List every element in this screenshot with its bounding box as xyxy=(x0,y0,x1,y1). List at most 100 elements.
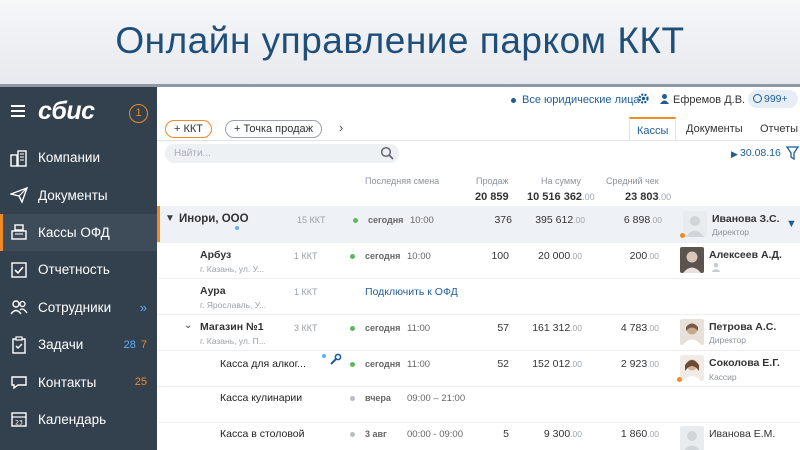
tab-registers[interactable]: Кассы xyxy=(629,117,677,141)
sidebar-item-tasks[interactable]: Задачи 28 7 xyxy=(0,326,157,363)
shift-time: 09:00 – 21:00 xyxy=(407,393,466,404)
total-sum: 10 516 362.00 xyxy=(527,191,595,203)
sidebar-item-ofd-registers[interactable]: Кассы ОФД xyxy=(0,213,157,252)
balance-badge[interactable]: 999+ xyxy=(748,90,798,108)
sidebar-item-label: Сотрудники xyxy=(38,299,112,315)
chevron-down-icon[interactable]: ▼ xyxy=(786,218,797,230)
expand-chevron-icon[interactable]: » xyxy=(140,300,147,315)
avg-check: 4 783.00 xyxy=(620,322,659,334)
gear-icon[interactable] xyxy=(637,92,650,108)
sidebar-item-employees[interactable]: Сотрудники » xyxy=(0,289,157,326)
tasks-count-blue: 28 xyxy=(123,338,136,351)
sbis-logo[interactable]: сбис xyxy=(38,97,95,126)
sidebar-item-label: Компании xyxy=(38,150,101,166)
add-point-of-sale-button[interactable]: + Точка продаж xyxy=(225,120,323,138)
register-name[interactable]: Касса кулинарии xyxy=(220,392,302,404)
connect-ofd-link[interactable]: Подключить к ОФД xyxy=(365,286,458,298)
menu-icon[interactable] xyxy=(11,105,25,117)
sidebar-item-label: Отчетность xyxy=(38,262,110,278)
status-dot-icon xyxy=(680,233,685,238)
sales-count: 100 xyxy=(491,250,509,262)
responsible-person[interactable]: Петрова А.С. xyxy=(709,321,776,333)
chat-icon xyxy=(0,373,38,391)
sales-sum: 161 312.00 xyxy=(532,322,582,334)
sidebar-item-documents[interactable]: Документы xyxy=(0,176,157,213)
top-bar: Все юридические лица Ефремов Д.В. 999+ xyxy=(157,87,800,115)
responsible-person[interactable]: Соколова Е.Г. xyxy=(709,357,780,369)
responsible-person[interactable]: Иванова Е.М. xyxy=(709,428,775,440)
sidebar-item-calendar[interactable]: 23 Календарь xyxy=(0,401,157,438)
shift-time: 11:00 xyxy=(407,359,431,370)
sales-count: 52 xyxy=(497,358,509,370)
shift-time: 11:00 xyxy=(407,323,431,334)
shift-time: 10:00 xyxy=(407,251,431,262)
table-row[interactable]: Арбуз г. Казань, ул. У... 1 ККТ сегодня … xyxy=(157,242,800,278)
col-last-shift: Последняя смена xyxy=(365,176,440,186)
responsible-person[interactable]: Алексеев А.Д. xyxy=(709,249,782,261)
notifications-badge[interactable]: 1 xyxy=(129,104,148,123)
cash-register-icon xyxy=(0,223,38,241)
buildings-icon xyxy=(0,149,38,167)
person-role: Директор xyxy=(712,227,750,237)
sales-count: 376 xyxy=(494,214,512,226)
clipboard-icon xyxy=(0,336,38,354)
point-address: г. Ярославль, У... xyxy=(200,300,267,310)
shift-time: 00:00 - 09:00 xyxy=(407,429,463,440)
register-name[interactable]: Касса в столовой xyxy=(220,428,305,440)
kkt-count: 15 ККТ xyxy=(297,215,326,225)
shift-day: сегодня xyxy=(365,323,401,333)
register-name[interactable]: Касса для алког... xyxy=(220,358,306,370)
point-name[interactable]: Арбуз xyxy=(200,249,231,261)
table-row[interactable]: ⌄ Магазин №1 г. Казань, ул. П... 3 ККТ с… xyxy=(157,314,800,350)
online-dot-icon xyxy=(353,218,358,223)
search-input[interactable]: Найти... xyxy=(165,144,399,163)
search-icon[interactable] xyxy=(380,146,394,167)
avg-check: 2 923.00 xyxy=(620,358,659,370)
sidebar: сбис 1 Компании Документы Кассы ОФД Отче… xyxy=(0,87,157,450)
sales-sum: 152 012.00 xyxy=(532,358,582,370)
org-selector[interactable]: Все юридические лица xyxy=(522,94,640,106)
shift-day: вчера xyxy=(365,393,391,403)
current-user[interactable]: Ефремов Д.В. xyxy=(673,94,745,106)
online-dot-icon xyxy=(350,254,355,259)
table-row[interactable]: Касса для алког... сегодня 11:00 52 152 … xyxy=(157,350,800,386)
tab-reports[interactable]: Отчеты xyxy=(753,117,800,141)
sidebar-item-companies[interactable]: Компании xyxy=(0,139,157,176)
calendar-icon: 23 xyxy=(0,410,38,428)
add-kkt-button[interactable]: + ККТ xyxy=(165,120,213,138)
sales-count: 5 xyxy=(503,428,509,440)
table-row[interactable]: Аура г. Ярославль, У... 1 ККТ Подключить… xyxy=(157,278,800,314)
table-row[interactable]: Касса кулинарии вчера 09:00 – 21:00 xyxy=(157,386,800,422)
point-name[interactable]: Аура xyxy=(200,285,226,297)
sidebar-item-contacts[interactable]: Контакты 25 xyxy=(0,363,157,400)
chevron-down-icon[interactable]: ⌄ xyxy=(184,320,192,331)
sidebar-item-label: Задачи xyxy=(38,337,84,353)
checkbox-icon xyxy=(0,261,38,279)
wrench-icon[interactable] xyxy=(329,353,342,369)
online-dot-icon xyxy=(350,362,355,367)
tab-documents[interactable]: Документы xyxy=(679,117,750,141)
table-row[interactable]: ▼ Инори, ООО 15 ККТ сегодня 10:00 376 39… xyxy=(157,206,800,242)
date-arrow-icon[interactable]: ▶ xyxy=(731,149,738,160)
status-dot-icon xyxy=(322,354,326,358)
shift-day: сегодня xyxy=(365,251,401,261)
collapse-caret-icon[interactable]: ▼ xyxy=(165,213,175,224)
period-date[interactable]: 30.08.16 xyxy=(740,147,781,159)
avatar xyxy=(683,211,707,237)
col-sales: Продаж xyxy=(476,176,509,186)
avatar xyxy=(680,355,704,381)
sidebar-item-label: Кассы ОФД xyxy=(38,224,110,240)
status-dot-icon xyxy=(235,226,239,230)
sidebar-item-reporting[interactable]: Отчетность xyxy=(0,251,157,288)
sales-sum: 395 612.00 xyxy=(535,214,585,226)
point-name[interactable]: Магазин №1 xyxy=(200,321,264,333)
point-address: г. Казань, ул. У... xyxy=(200,264,264,274)
responsible-person[interactable]: Иванова З.С. xyxy=(712,213,780,225)
chevron-right-icon[interactable]: › xyxy=(339,120,343,135)
company-name[interactable]: Инори, ООО xyxy=(179,213,249,225)
table-row[interactable]: Касса в столовой 3 авг 00:00 - 09:00 5 9… xyxy=(157,422,800,450)
shift-day: сегодня xyxy=(368,215,404,225)
avatar xyxy=(680,247,704,273)
kkt-count: 1 ККТ xyxy=(294,251,318,261)
filter-icon[interactable] xyxy=(785,145,800,166)
